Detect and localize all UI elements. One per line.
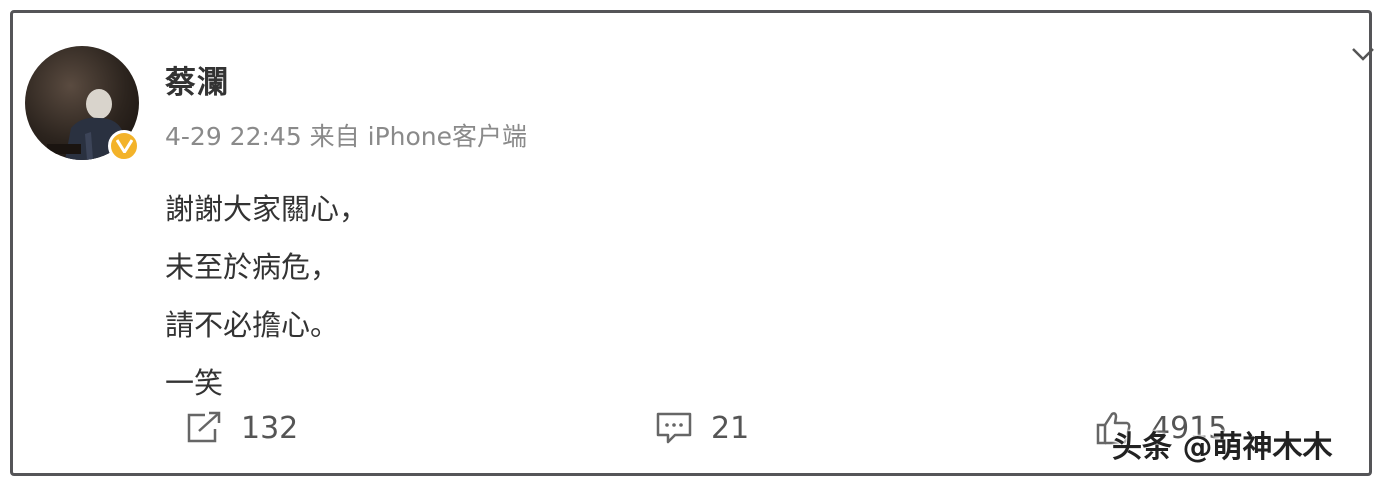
content-line: 請不必擔心。 xyxy=(165,308,340,342)
post-content: 謝謝大家關心， 未至於病危， 請不必擔心。 一笑 xyxy=(165,180,368,412)
chevron-down-icon[interactable] xyxy=(1351,46,1375,62)
comment-icon xyxy=(655,411,693,445)
comment-count: 21 xyxy=(711,410,750,446)
author-name[interactable]: 蔡瀾 xyxy=(165,57,229,102)
content-line: 未至於病危， xyxy=(165,250,340,284)
repost-button[interactable]: 132 xyxy=(185,408,298,448)
weibo-post-card: 蔡瀾 4-29 22:45 来自 iPhone客户端 謝謝大家關心， 未至於病危… xyxy=(10,10,1375,476)
repost-count: 132 xyxy=(241,410,299,446)
content-line: 謝謝大家關心， xyxy=(165,192,369,226)
comment-button[interactable]: 21 xyxy=(655,408,749,448)
watermark-text: 头条 @萌神木木 xyxy=(1112,430,1333,465)
content-line: 一笑 xyxy=(165,366,224,400)
post-meta: 4-29 22:45 来自 iPhone客户端 xyxy=(165,122,528,151)
verified-badge-icon xyxy=(108,130,140,162)
repost-icon xyxy=(185,411,223,445)
